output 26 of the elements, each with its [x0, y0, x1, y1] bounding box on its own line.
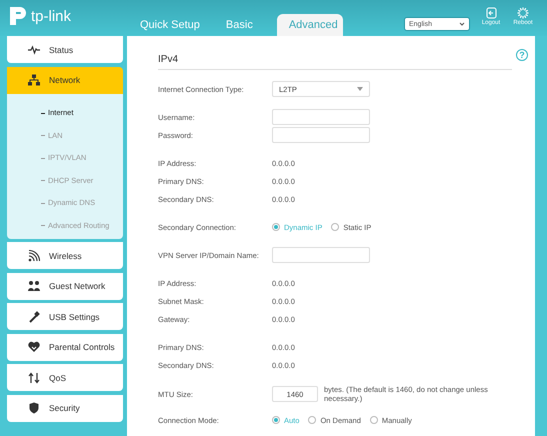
sidebar-item[interactable]: USB Settings — [7, 303, 123, 330]
sidebar-item[interactable]: Parental Controls — [7, 334, 123, 360]
usb-icon — [28, 310, 40, 322]
sidebar-item[interactable]: Network — [7, 66, 123, 94]
sidebar-item[interactable]: Security — [7, 394, 123, 422]
pulse-icon — [28, 44, 40, 56]
dropdown-icon — [357, 87, 363, 91]
logo-text: tp-link — [31, 8, 72, 24]
sidebar-item[interactable]: Wireless — [7, 242, 123, 269]
wifi-icon — [28, 250, 40, 262]
sidebar-item[interactable]: Status — [7, 36, 123, 63]
input-field[interactable] — [272, 127, 370, 143]
input-field[interactable] — [272, 109, 370, 125]
sidebar-item[interactable]: Guest Network — [7, 272, 123, 300]
heart-icon — [28, 341, 40, 353]
network-icon — [28, 74, 40, 86]
arrows-icon — [28, 372, 40, 384]
logo-icon — [7, 4, 29, 28]
logout-icon — [486, 7, 496, 19]
section-title: IPv4 — [158, 53, 512, 70]
sidebar-item[interactable]: QoS — [7, 364, 123, 391]
guests-icon — [28, 280, 40, 292]
reboot-icon — [517, 7, 529, 19]
input-field[interactable] — [272, 247, 370, 263]
chevron-icon — [459, 22, 465, 26]
shield-icon — [28, 402, 40, 414]
